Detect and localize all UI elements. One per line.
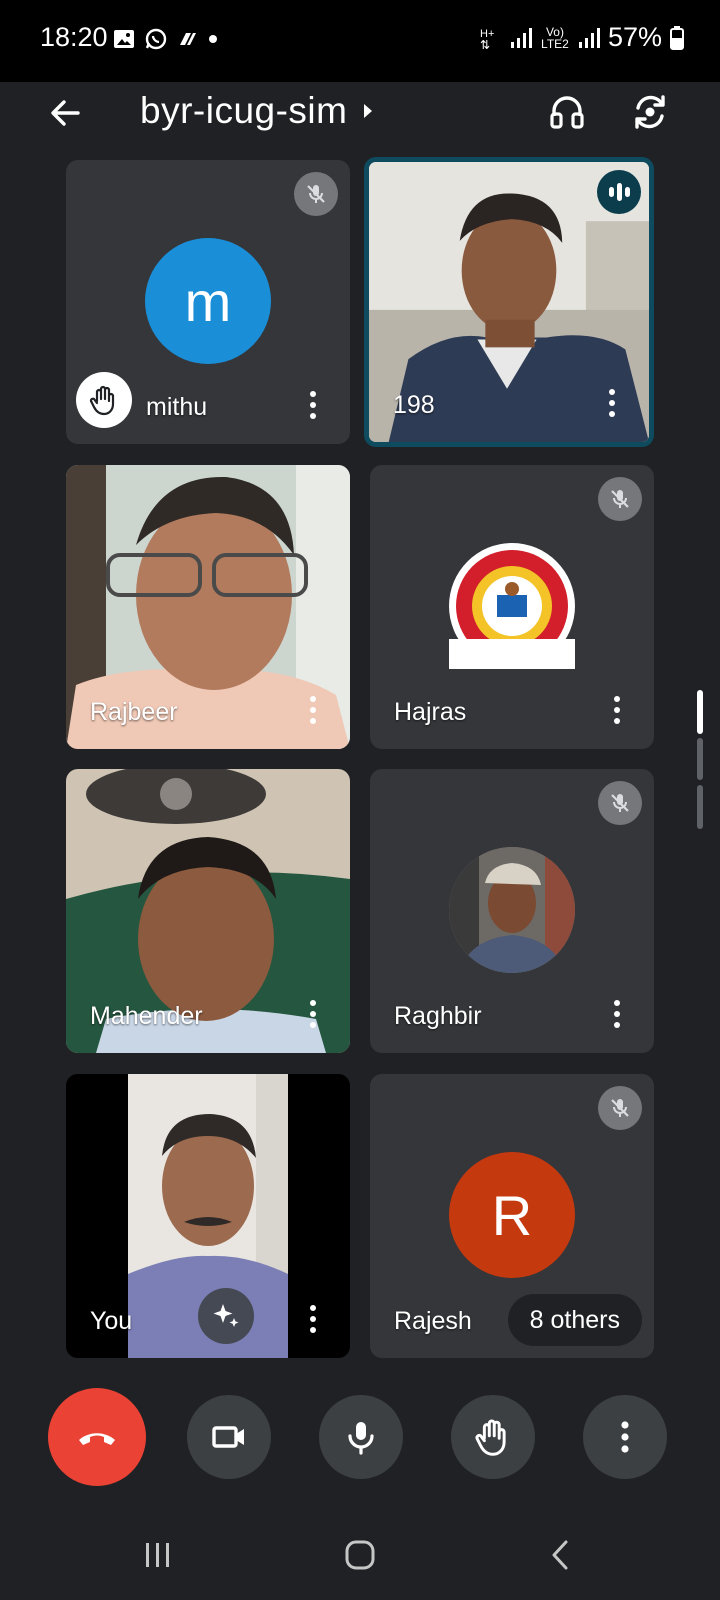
camera-button[interactable]	[187, 1395, 271, 1479]
profile-picture	[449, 847, 575, 973]
participant-options-button[interactable]	[298, 388, 328, 422]
participant-options-button[interactable]	[298, 997, 328, 1031]
others-count-button[interactable]: 8 others	[507, 1294, 642, 1346]
mic-off-icon	[611, 490, 629, 508]
system-back-button[interactable]	[530, 1530, 590, 1580]
status-bar: 18:20 H+ ⇅ Vo) LTE2 57%	[0, 0, 720, 82]
effects-button[interactable]	[198, 1288, 254, 1344]
participant-tile-hajras[interactable]: Hajras	[370, 465, 654, 749]
profile-photo	[449, 847, 575, 973]
mic-off-icon	[307, 185, 325, 203]
home-button[interactable]	[330, 1530, 390, 1580]
drive-icon	[180, 33, 196, 45]
avatar: R	[449, 1152, 575, 1278]
notification-icons	[112, 27, 218, 51]
mic-off-icon	[611, 794, 629, 812]
end-call-button[interactable]	[48, 1388, 146, 1486]
audio-output-button[interactable]	[542, 86, 592, 136]
participant-options-button[interactable]	[602, 693, 632, 727]
meeting-code: byr-icug-sim	[140, 90, 348, 131]
camera-icon	[212, 1426, 244, 1448]
back-button[interactable]	[40, 88, 90, 138]
battery-icon	[670, 25, 684, 50]
scroll-track	[697, 785, 703, 829]
avatar-initial: R	[491, 1183, 533, 1247]
end-call-icon	[79, 1433, 115, 1445]
raise-hand-icon	[475, 1419, 506, 1456]
hand-raised-indicator	[76, 372, 132, 428]
participant-tile-self[interactable]: You	[66, 1074, 350, 1358]
organization-logo	[449, 550, 575, 669]
participant-name: 198	[393, 391, 435, 419]
status-right: H+ ⇅ Vo) LTE2 57%	[480, 22, 684, 53]
participant-tile-198[interactable]: 198	[364, 157, 654, 447]
muted-indicator	[598, 477, 642, 521]
microphone-button[interactable]	[319, 1395, 403, 1479]
system-nav-bar	[0, 1510, 720, 1600]
participant-tile-raghbir[interactable]: Raghbir	[370, 769, 654, 1053]
muted-indicator	[598, 781, 642, 825]
switch-camera-icon	[635, 95, 665, 129]
more-options-icon	[621, 1421, 629, 1453]
status-time: 18:20	[40, 22, 108, 52]
back-arrow-icon	[51, 100, 80, 126]
more-options-button[interactable]	[583, 1395, 667, 1479]
participant-name: mithu	[146, 393, 208, 421]
scroll-thumb[interactable]	[697, 690, 703, 734]
recents-icon	[146, 1543, 169, 1567]
signal-icon	[510, 27, 532, 48]
avatar: m	[145, 238, 271, 364]
headset-icon	[550, 96, 584, 129]
whatsapp-icon	[145, 28, 167, 50]
call-controls	[0, 1388, 720, 1495]
participant-name: Rajesh	[394, 1307, 472, 1335]
signal-2-icon	[578, 27, 600, 48]
switch-camera-button[interactable]	[624, 86, 676, 138]
meeting-title[interactable]: byr-icug-sim	[140, 90, 375, 132]
participant-options-button[interactable]	[298, 693, 328, 727]
participant-name: You	[90, 1307, 133, 1335]
home-icon	[345, 1540, 375, 1570]
participant-options-button[interactable]	[602, 997, 632, 1031]
gallery-icon	[114, 30, 134, 48]
participant-name: Raghbir	[394, 1002, 482, 1030]
participant-name: Mahender	[90, 1002, 203, 1030]
app-bar: byr-icug-sim	[0, 82, 720, 162]
raise-hand-button[interactable]	[451, 1395, 535, 1479]
data-arrows-icon: H+⇅	[480, 28, 494, 50]
mic-off-icon	[611, 1099, 629, 1117]
battery-percent: 57%	[607, 22, 662, 52]
speaking-indicator	[597, 170, 641, 214]
network-label: Vo) LTE2	[541, 24, 569, 51]
muted-indicator	[598, 1086, 642, 1130]
back-icon	[552, 1540, 568, 1570]
participant-name: Rajbeer	[90, 698, 178, 726]
participant-tile-mithu[interactable]: m mithu	[66, 160, 350, 444]
dot-icon	[209, 35, 217, 43]
profile-photo	[449, 543, 575, 669]
scroll-track	[697, 738, 703, 780]
participant-tile-rajbeer[interactable]: Rajbeer	[66, 465, 350, 749]
participant-tile-rajesh[interactable]: R Rajesh 8 others	[370, 1074, 654, 1358]
participant-name: Hajras	[394, 698, 467, 726]
participant-tile-mahender[interactable]: Mahender	[66, 769, 350, 1053]
recents-button[interactable]	[128, 1530, 188, 1580]
sparkle-icon	[213, 1304, 239, 1327]
participant-options-button[interactable]	[597, 386, 627, 420]
svg-text:⇅: ⇅	[480, 38, 490, 50]
avatar-initial: m	[184, 269, 232, 333]
participant-options-button[interactable]	[298, 1302, 328, 1336]
chevron-right-icon	[364, 104, 373, 118]
raised-hand-icon	[89, 385, 115, 416]
muted-indicator	[294, 172, 338, 216]
microphone-icon	[348, 1422, 374, 1455]
